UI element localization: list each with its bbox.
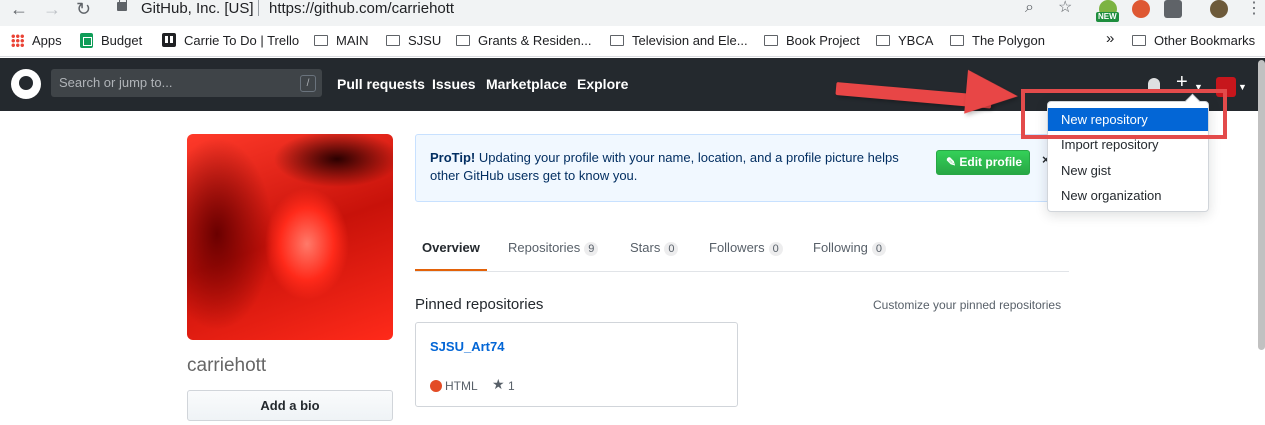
bookmark-trello[interactable]: Carrie To Do | Trello <box>162 33 299 49</box>
folder-icon <box>386 35 400 46</box>
lock-icon <box>117 0 127 11</box>
repositories-count: 9 <box>584 242 599 256</box>
language-color-dot <box>430 380 442 392</box>
add-bio-button[interactable]: Add a bio <box>187 390 393 421</box>
sheets-icon <box>80 33 93 48</box>
url-text[interactable]: https://github.com/carriehott <box>269 0 454 17</box>
menu-dots-icon[interactable]: ⋮ <box>1246 0 1262 18</box>
pinned-repo-card: SJSU_Art74 HTML ★ 1 <box>415 322 738 407</box>
star-icon[interactable]: ★ <box>492 376 505 393</box>
protip-text: ProTip! Updating your profile with your … <box>430 149 925 185</box>
github-logo-icon[interactable] <box>11 69 41 99</box>
search-hotkey-badge: / <box>300 75 316 92</box>
pinned-repositories-title: Pinned repositories <box>415 296 544 313</box>
browser-toolbar: ← → ↻ GitHub, Inc. [US] https://github.c… <box>0 0 1265 26</box>
customize-pinned-link[interactable]: Customize your pinned repositories <box>873 298 1061 312</box>
edit-profile-button[interactable]: ✎ Edit profile <box>936 150 1030 175</box>
protip-body: Updating your profile with your name, lo… <box>430 150 899 183</box>
selected-tab-indicator <box>415 269 487 271</box>
profile-avatar-icon[interactable] <box>1210 0 1228 18</box>
duckduckgo-icon[interactable] <box>1132 0 1150 18</box>
bookmark-main[interactable]: MAIN <box>314 33 369 49</box>
reload-icon[interactable]: ↻ <box>76 0 91 18</box>
nav-marketplace[interactable]: Marketplace <box>486 76 567 92</box>
bookmark-book-project[interactable]: Book Project <box>764 33 860 49</box>
bookmarks-overflow-button[interactable]: » <box>1106 31 1114 47</box>
bookmark-polygon[interactable]: The Polygon <box>950 33 1045 49</box>
bookmark-budget[interactable]: Budget <box>80 33 142 49</box>
apps-icon <box>11 34 24 47</box>
chevron-down-icon[interactable]: ▼ <box>1238 82 1247 92</box>
nav-pull-requests[interactable]: Pull requests <box>337 76 425 92</box>
zoom-icon[interactable]: ⌕ <box>1025 0 1034 16</box>
new-badge: NEW <box>1096 12 1119 22</box>
profile-avatar[interactable] <box>187 134 393 340</box>
trello-icon <box>162 33 176 47</box>
site-identity: GitHub, Inc. [US] <box>141 0 254 17</box>
bookmark-sjsu[interactable]: SJSU <box>386 33 441 49</box>
menu-item-new-organization[interactable]: New organization <box>1048 184 1208 207</box>
tab-following[interactable]: Following 0 <box>813 240 887 256</box>
folder-icon <box>950 35 964 46</box>
repo-star-count[interactable]: 1 <box>508 379 515 393</box>
repo-name-link[interactable]: SJSU_Art74 <box>430 339 504 354</box>
folder-icon <box>1132 35 1146 46</box>
tab-repositories[interactable]: Repositories 9 <box>508 240 599 256</box>
stars-count: 0 <box>664 242 679 256</box>
page-scrollbar[interactable] <box>1258 60 1265 350</box>
following-count: 0 <box>871 242 887 256</box>
folder-icon <box>456 35 470 46</box>
folder-icon <box>876 35 890 46</box>
back-icon[interactable]: ← <box>10 0 28 18</box>
annotation-arrow-head <box>964 69 1020 119</box>
tab-followers[interactable]: Followers 0 <box>709 240 783 256</box>
url-separator <box>258 0 259 16</box>
followers-count: 0 <box>768 242 783 256</box>
bookmark-star-icon[interactable]: ☆ <box>1058 0 1072 16</box>
folder-icon <box>610 35 624 46</box>
protip-title: ProTip! <box>430 150 476 165</box>
search-input[interactable]: Search or jump to... / <box>51 69 322 97</box>
search-placeholder: Search or jump to... <box>59 75 173 90</box>
profile-tabs: Overview Repositories 9 Stars 0 Followers 0… <box>415 232 1069 272</box>
folder-icon <box>314 35 328 46</box>
extension-square-icon[interactable] <box>1164 0 1182 18</box>
bookmark-television[interactable]: Television and Ele... <box>610 33 748 49</box>
bookmark-grants[interactable]: Grants & Residen... <box>456 33 591 49</box>
annotation-highlight-box <box>1021 89 1227 139</box>
menu-item-new-gist[interactable]: New gist <box>1048 159 1208 182</box>
folder-icon <box>764 35 778 46</box>
forward-icon[interactable]: → <box>43 0 61 18</box>
other-bookmarks[interactable]: Other Bookmarks <box>1132 33 1255 49</box>
pencil-icon: ✎ <box>946 155 960 169</box>
bookmark-apps[interactable]: Apps <box>11 33 62 49</box>
protip-banner: ProTip! Updating your profile with your … <box>415 134 1065 202</box>
nav-explore[interactable]: Explore <box>577 76 628 92</box>
bookmark-ybca[interactable]: YBCA <box>876 33 933 49</box>
tab-overview[interactable]: Overview <box>422 240 480 256</box>
tab-stars[interactable]: Stars 0 <box>630 240 679 256</box>
repo-language: HTML <box>445 379 478 393</box>
profile-username: carriehott <box>187 355 267 376</box>
nav-issues[interactable]: Issues <box>432 76 476 92</box>
bookmarks-bar: Apps Budget Carrie To Do | Trello MAIN S… <box>0 27 1265 57</box>
